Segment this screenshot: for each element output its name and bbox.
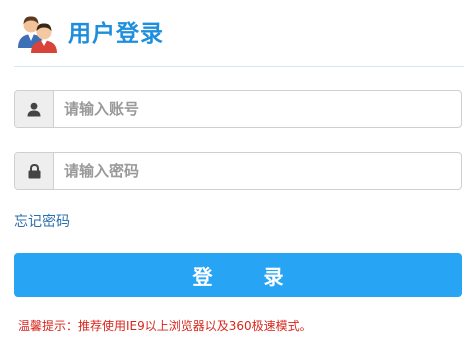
login-header: 用户登录 xyxy=(14,12,464,67)
users-icon xyxy=(16,14,60,54)
forgot-password-link[interactable]: 忘记密码 xyxy=(14,212,70,232)
lock-icon xyxy=(15,153,54,189)
user-icon xyxy=(15,91,54,127)
password-field xyxy=(14,152,462,190)
username-field xyxy=(14,90,462,128)
username-input[interactable] xyxy=(54,91,459,127)
browser-tip: 温馨提示：推荐使用IE9以上浏览器以及360极速模式。 xyxy=(18,319,312,333)
page-title: 用户登录 xyxy=(68,21,164,47)
password-input[interactable] xyxy=(54,153,459,189)
login-button[interactable]: 登 录 xyxy=(14,253,462,297)
